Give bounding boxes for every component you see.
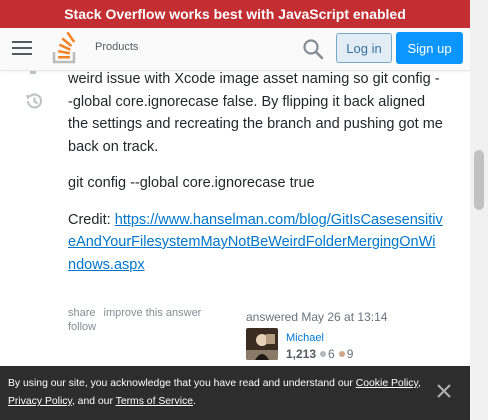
cookie-consent-banner: By using our site, you acknowledge that … <box>0 366 470 420</box>
post-menu: share improve this answer follow <box>68 306 218 334</box>
user-reputation: 1,213 6 9 <box>286 347 353 361</box>
cookie-end: . <box>193 396 196 407</box>
javascript-warning-banner: Stack Overflow works best with JavaScrip… <box>0 0 470 28</box>
search-icon[interactable] <box>302 38 324 60</box>
cookie-policy-link[interactable]: Cookie Policy <box>356 378 418 389</box>
user-avatar[interactable] <box>246 328 278 360</box>
products-link[interactable]: Products <box>95 41 138 53</box>
user-name-link[interactable]: Michael <box>286 332 324 344</box>
terms-of-service-link[interactable]: Terms of Service <box>116 396 193 407</box>
banner-text: Stack Overflow works best with JavaScrip… <box>64 6 406 22</box>
share-link[interactable]: share <box>68 307 96 319</box>
improve-answer-link[interactable]: improve this answer <box>104 307 202 319</box>
scrollbar-track[interactable] <box>470 0 488 420</box>
hamburger-menu-icon[interactable] <box>12 41 32 57</box>
answer-paragraph: weird issue with Xcode image asset namin… <box>68 71 443 155</box>
history-icon[interactable] <box>24 91 44 111</box>
bronze-badge-count: 9 <box>346 347 354 361</box>
scrollbar-thumb[interactable] <box>474 150 484 210</box>
bronze-badge-icon <box>338 351 345 357</box>
silver-badge-count: 6 <box>328 347 335 361</box>
login-button[interactable]: Log in <box>336 33 392 63</box>
cookie-text: By using our site, you acknowledge that … <box>8 375 428 411</box>
answer-command: git config --global core.ignorecase true <box>68 175 315 191</box>
credit-label: Credit: <box>68 211 115 228</box>
answered-timestamp: answered May 26 at 13:14 <box>246 310 388 324</box>
answer-body: weird issue with Xcode image asset namin… <box>68 68 443 290</box>
close-icon[interactable] <box>437 384 451 398</box>
user-card: answered May 26 at 13:14 Michael 1,213 6 9 <box>246 310 446 361</box>
reputation-score: 1,213 <box>286 347 317 361</box>
top-bar: Products Log in Sign up <box>0 28 470 71</box>
stackoverflow-logo[interactable] <box>50 32 80 64</box>
credit-link[interactable]: https://www.hanselman.com/blog/GitIsCase… <box>68 212 443 273</box>
cookie-sep1: , <box>417 378 421 389</box>
answer-credit: Credit: https://www.hanselman.com/blog/G… <box>68 209 443 277</box>
cookie-sep2: , and our <box>71 396 116 407</box>
cookie-intro: By using our site, you acknowledge that … <box>8 378 356 389</box>
silver-badge-icon <box>320 351 327 357</box>
privacy-policy-link[interactable]: Privacy Policy <box>8 396 72 407</box>
signup-button[interactable]: Sign up <box>396 32 463 64</box>
vote-down-stub[interactable] <box>30 71 36 74</box>
follow-link[interactable]: follow <box>68 321 96 333</box>
